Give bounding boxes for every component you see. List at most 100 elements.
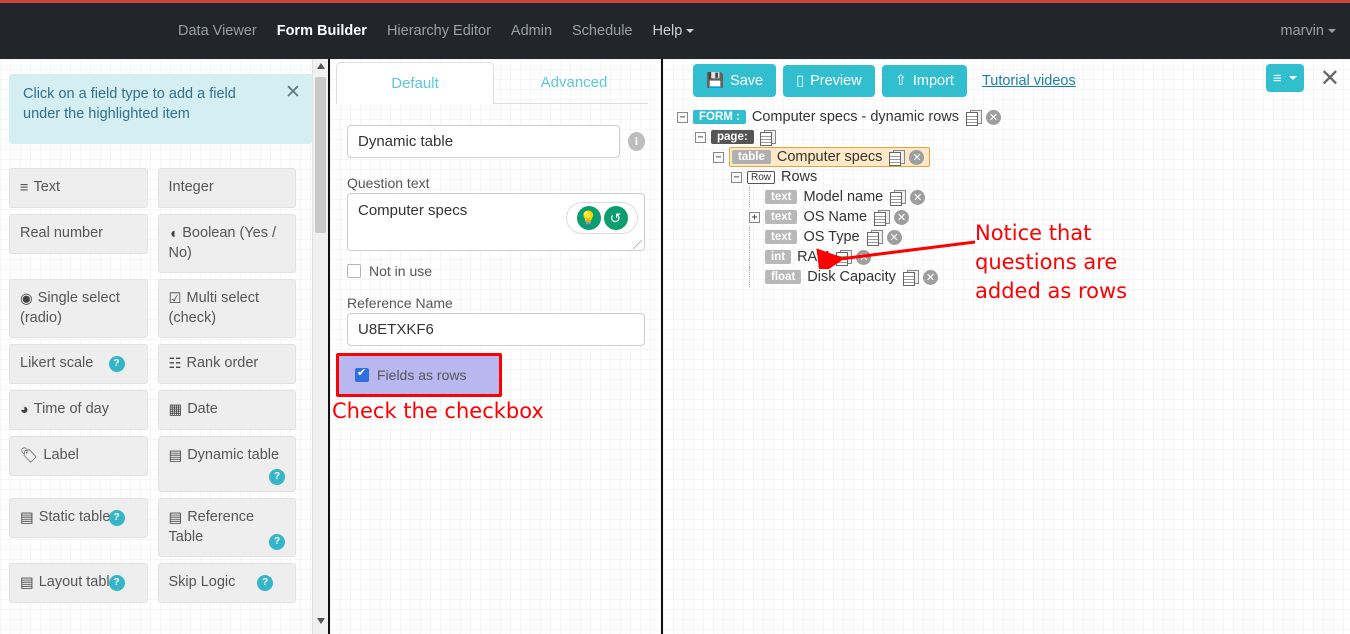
field-type-real-number[interactable]: Real number bbox=[9, 214, 148, 254]
field-type-reference-table[interactable]: ▤ Reference Table? bbox=[157, 498, 296, 557]
field-type-input[interactable] bbox=[347, 125, 620, 158]
field-type-boolean-yes-no[interactable]: ◖ Boolean (Yes / No) bbox=[157, 214, 296, 273]
field-type-text[interactable]: ≡ Text bbox=[9, 168, 148, 208]
hint-bulb-icon[interactable]: 💡 bbox=[576, 206, 601, 230]
tree-node-label: Computer specs - dynamic rows bbox=[751, 109, 959, 125]
tree-node[interactable]: − table Computer specs ✕ bbox=[677, 147, 1350, 167]
collapse-icon[interactable]: − bbox=[677, 111, 688, 123]
resize-grip[interactable] bbox=[633, 240, 642, 249]
delete-icon[interactable]: ✕ bbox=[894, 209, 910, 225]
expand-icon[interactable]: + bbox=[749, 211, 760, 223]
collapse-icon[interactable]: − bbox=[695, 131, 706, 143]
help-badge-icon[interactable]: ? bbox=[108, 356, 125, 372]
help-badge-icon[interactable]: ? bbox=[269, 534, 285, 550]
copy-icon[interactable] bbox=[889, 150, 906, 166]
field-type-skip-logic[interactable]: Skip Logic? bbox=[157, 563, 296, 603]
import-button[interactable]: ⇧ Import bbox=[881, 64, 967, 97]
field-type-label: Static table bbox=[38, 509, 111, 525]
tab-default[interactable]: Default bbox=[336, 62, 494, 104]
field-type-label: Text bbox=[33, 179, 61, 195]
field-type-label[interactable]: 🏷 Label bbox=[9, 436, 148, 476]
field-type-label: Date bbox=[187, 401, 218, 417]
field-type-multi-select-check[interactable]: ☑ Multi select (check) bbox=[157, 279, 296, 338]
nav-item-admin[interactable]: Admin bbox=[501, 3, 562, 59]
tree-node[interactable]: − Row Rows bbox=[677, 167, 1350, 187]
tree-connector bbox=[749, 267, 760, 287]
help-badge-icon[interactable]: ? bbox=[257, 575, 273, 591]
field-type-date[interactable]: ▦ Date bbox=[157, 390, 296, 430]
copy-icon[interactable] bbox=[890, 190, 907, 206]
tree-node-content[interactable]: float Disk Capacity ✕ bbox=[765, 269, 938, 286]
tree-node[interactable]: text Model name ✕ bbox=[677, 187, 1350, 207]
field-type-rank-order[interactable]: ☷ Rank order bbox=[157, 344, 296, 384]
tab-underline bbox=[494, 103, 648, 104]
help-badge-icon[interactable]: ? bbox=[108, 510, 125, 526]
scrollbar-thumb[interactable] bbox=[315, 77, 326, 233]
fields-as-rows-row[interactable]: Fields as rows bbox=[355, 366, 467, 383]
copy-icon[interactable] bbox=[874, 210, 891, 226]
tree-node-content[interactable]: Row Rows bbox=[747, 169, 824, 185]
tree-node[interactable]: − page: bbox=[677, 127, 1350, 147]
scroll-down-icon[interactable] bbox=[317, 618, 325, 624]
save-button[interactable]: 💾 Save bbox=[693, 64, 777, 97]
field-type-integer[interactable]: Integer bbox=[157, 168, 296, 208]
fields-as-rows-label: Fields as rows bbox=[377, 367, 467, 383]
field-type-likert-scale[interactable]: Likert scale? bbox=[9, 344, 148, 384]
nav-item-help[interactable]: Help bbox=[642, 3, 704, 59]
tree-node-content[interactable]: text Model name ✕ bbox=[765, 189, 926, 206]
tree-node-content[interactable]: FORM : Computer specs - dynamic rows ✕ bbox=[693, 109, 1001, 126]
view-menu-button[interactable]: ≡ bbox=[1265, 64, 1304, 92]
info-icon[interactable]: i bbox=[627, 132, 645, 151]
tree-connector bbox=[749, 247, 760, 267]
question-textarea[interactable]: Computer specs 💡 ↺ bbox=[347, 193, 645, 251]
fields-as-rows-highlight[interactable]: Fields as rows bbox=[336, 353, 502, 397]
preview-button[interactable]: ▯ Preview bbox=[783, 64, 875, 97]
field-type-static-table[interactable]: ▤ Static table? bbox=[9, 498, 148, 538]
reset-icon[interactable]: ↺ bbox=[603, 206, 628, 230]
tree-node-selected[interactable]: table Computer specs ✕ bbox=[729, 147, 931, 167]
nav-item-data-viewer[interactable]: Data Viewer bbox=[168, 3, 267, 59]
field-type-time-of-day[interactable]: ◕ Time of day bbox=[9, 390, 148, 430]
close-panel-icon[interactable]: ✕ bbox=[1320, 66, 1340, 90]
close-icon[interactable]: ✕ bbox=[285, 83, 303, 102]
help-badge-icon[interactable]: ? bbox=[269, 469, 285, 485]
field-type-icon: ◉ bbox=[20, 291, 33, 307]
copy-icon[interactable] bbox=[965, 110, 982, 126]
annotation-rows-note: Notice that questions are added as rows bbox=[975, 219, 1127, 306]
tree-node-content[interactable]: text OS Name ✕ bbox=[765, 209, 910, 226]
reference-name-input[interactable] bbox=[347, 313, 645, 346]
field-type-icon: ▤ bbox=[168, 510, 183, 526]
field-type-layout-table[interactable]: ▤ Layout table? bbox=[9, 563, 148, 603]
user-menu[interactable]: marvin bbox=[1280, 3, 1336, 59]
field-type-single-select-radio[interactable]: ◉ Single select (radio) bbox=[9, 279, 148, 338]
left-scrollbar[interactable] bbox=[312, 59, 328, 634]
nav-item-hierarchy-editor[interactable]: Hierarchy Editor bbox=[377, 3, 501, 59]
tree-node-type-badge: float bbox=[765, 270, 802, 284]
nav-item-form-builder[interactable]: Form Builder bbox=[267, 3, 377, 59]
chevron-down-icon bbox=[686, 29, 695, 34]
tree-node[interactable]: − FORM : Computer specs - dynamic rows ✕ bbox=[677, 107, 1350, 127]
nav-item-schedule[interactable]: Schedule bbox=[562, 3, 642, 59]
scroll-up-icon[interactable] bbox=[317, 63, 325, 69]
delete-icon[interactable]: ✕ bbox=[985, 109, 1001, 125]
right-controls: ≡ ✕ bbox=[1265, 64, 1340, 92]
tab-advanced[interactable]: Advanced bbox=[494, 62, 654, 104]
delete-icon[interactable]: ✕ bbox=[910, 189, 926, 205]
delete-icon[interactable]: ✕ bbox=[909, 149, 925, 165]
tree-node-content[interactable]: page: bbox=[711, 130, 780, 146]
not-in-use-row[interactable]: Not in use bbox=[347, 263, 432, 279]
copy-icon[interactable] bbox=[759, 130, 776, 146]
field-type-dynamic-table[interactable]: ▤ Dynamic table? bbox=[157, 436, 296, 492]
tree-node-label: Disk Capacity bbox=[807, 269, 896, 285]
copy-icon[interactable] bbox=[902, 270, 919, 286]
tree-node-label: Model name bbox=[803, 189, 884, 205]
question-text-box[interactable]: Computer specs 💡 ↺ bbox=[347, 193, 645, 251]
tutorial-videos-link[interactable]: Tutorial videos bbox=[982, 73, 1076, 89]
fields-as-rows-checkbox[interactable] bbox=[355, 366, 369, 382]
collapse-icon[interactable]: − bbox=[731, 171, 742, 183]
annotation-check-checkbox: Check the checkbox bbox=[332, 399, 544, 423]
collapse-icon[interactable]: − bbox=[713, 151, 724, 163]
delete-icon[interactable]: ✕ bbox=[922, 269, 938, 285]
not-in-use-checkbox[interactable] bbox=[347, 264, 361, 278]
help-badge-icon[interactable]: ? bbox=[108, 575, 125, 591]
